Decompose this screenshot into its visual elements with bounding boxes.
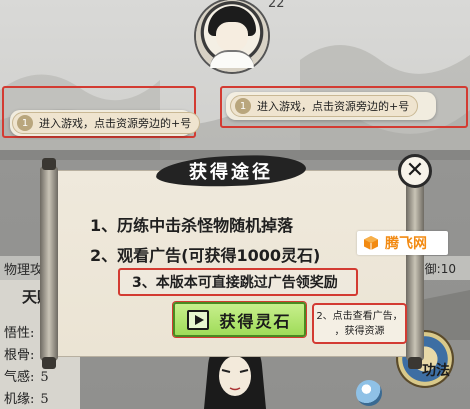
stat-row: 机缘: 5 (4, 388, 49, 407)
watch-ad-tip-line: 2、点击查看广告， (316, 311, 403, 322)
skip-ad-tip-text: 3、本版本可直接跳过广告领奖励 (132, 275, 338, 291)
avatar-face (216, 22, 248, 52)
close-symbol: ✕ (405, 158, 425, 183)
stat-value: 5 (40, 370, 49, 385)
modal-title: 获得途径 (189, 162, 273, 183)
stat-label: 机缘: (4, 392, 35, 407)
hint-number-badge: 1 (235, 98, 251, 114)
watch-ad-tip-line: ，获得资源 (334, 326, 385, 337)
get-spirit-stone-button[interactable]: 获得灵石 (173, 302, 306, 337)
stat-value: 5 (40, 392, 49, 407)
watch-ad-tip-card: 2、点击查看广告， ，获得资源 (312, 303, 407, 344)
reward-button-label: 获得灵石 (219, 311, 292, 331)
skill-label: 功法 (422, 363, 450, 379)
skip-ad-tip: 3、本版本可直接跳过广告领奖励 (118, 268, 358, 296)
video-play-icon (187, 309, 210, 330)
hint-pill-left: 1 进入游戏，点击资源旁边的+号 (12, 112, 201, 134)
cube-logo-icon (364, 236, 378, 250)
hint-text: 进入游戏，点击资源旁边的+号 (257, 100, 410, 113)
close-icon[interactable]: ✕ (398, 154, 432, 188)
player-level: 22 (268, 0, 285, 11)
watermark-text: 腾飞网 (385, 236, 427, 252)
spirit-orb-icon[interactable] (356, 380, 382, 406)
hint-number-badge: 1 (17, 115, 33, 131)
scroll-roller-right (406, 158, 424, 369)
scroll-roller-left (40, 158, 58, 369)
hint-text: 进入游戏，点击资源旁边的+号 (39, 117, 192, 130)
site-watermark: 腾飞网 (357, 231, 448, 255)
obtain-method-1: 1、历练中击杀怪物随机掉落 (90, 216, 294, 235)
stat-label: 悟性: (4, 326, 35, 341)
hint-pill-right: 1 进入游戏，点击资源旁边的+号 (230, 95, 419, 117)
stat-row: 气感: 5 (4, 366, 49, 385)
stat-label: 根骨: (4, 348, 35, 363)
obtain-method-2: 2、观看广告(可获得1000灵石) (90, 246, 321, 265)
stat-label: 气感: (4, 370, 35, 385)
